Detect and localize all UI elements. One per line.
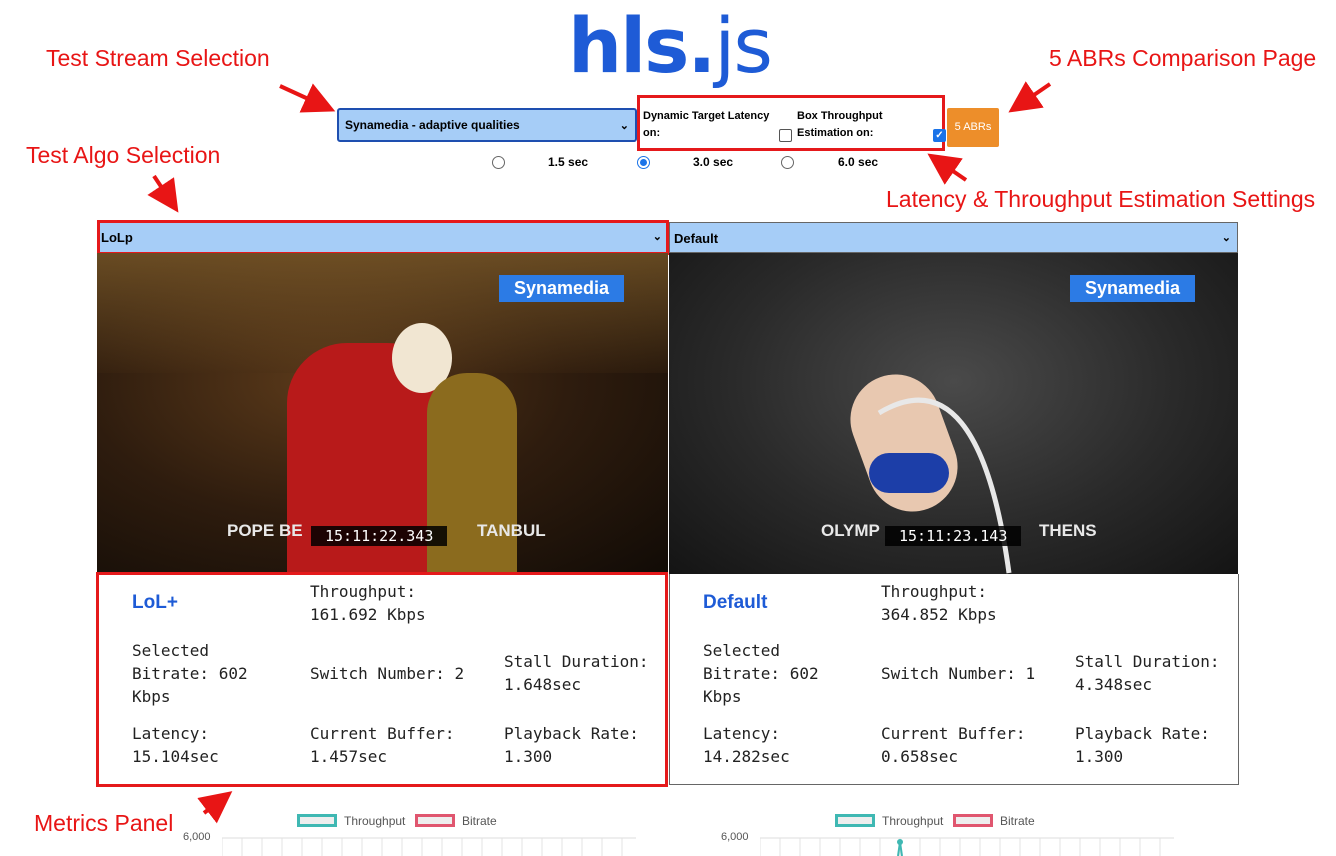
legend-throughput-swatch[interactable] (835, 814, 875, 827)
chevron-down-icon: ⌄ (1221, 232, 1231, 244)
video-player-left[interactable]: Synamedia POPE BE TANBUL 15:11:22.343 (97, 253, 668, 574)
metric-playback-rate: Playback Rate: 1.300 (1075, 724, 1210, 766)
stream-select[interactable]: Synamedia - adaptive qualities ⌄ (337, 108, 637, 142)
arrow-to-settings (927, 153, 968, 185)
video-player-right[interactable]: Synamedia OLYMP THENS 15:11:23.143 (669, 253, 1238, 574)
latency-radio-label: 6.0 sec (838, 155, 879, 169)
latency-radio-3-0[interactable] (637, 156, 650, 169)
chevron-down-icon: ⌄ (619, 120, 629, 132)
legend-bitrate-swatch[interactable] (953, 814, 993, 827)
legend-bitrate-label: Bitrate (462, 814, 497, 828)
dynamic-latency-label: Dynamic Target Latency on: (643, 110, 770, 139)
legend-throughput-label: Throughput (344, 814, 406, 828)
latency-radio-6-0[interactable] (781, 156, 794, 169)
latency-radio-1-5[interactable] (492, 156, 505, 169)
chart-y-tick: 6,000 (721, 831, 749, 843)
legend-bitrate-label: Bitrate (1000, 814, 1035, 828)
arrow-to-stream-select (279, 83, 336, 113)
algo-select-value: Default (674, 231, 719, 246)
box-throughput-label: Box Throughput Estimation on: (797, 110, 883, 139)
video-caption: TANBUL (477, 521, 546, 540)
algo-select-right[interactable]: Default ⌄ (669, 222, 1238, 253)
metrics-panel-right: Default Throughput: 364.852 Kbps Selecte… (669, 574, 1239, 785)
chart-grid-right (760, 837, 1174, 856)
metric-throughput: Throughput: 364.852 Kbps (881, 582, 997, 624)
metrics-panel-highlight (96, 572, 668, 787)
stream-select-value: Synamedia - adaptive qualities (345, 118, 520, 132)
video-timestamp: 15:11:22.343 (311, 526, 448, 546)
arrow-to-metrics (197, 791, 233, 824)
algo-select-highlight (97, 220, 669, 255)
chart-grid-left (222, 837, 636, 856)
metric-bitrate: Selected Bitrate: 602 Kbps (703, 641, 819, 706)
latency-radio-label: 1.5 sec (548, 155, 589, 169)
metric-stall-duration: Stall Duration: 4.348sec (1075, 652, 1220, 694)
arrow-to-algo-select (147, 174, 179, 213)
metric-current-buffer: Current Buffer: 0.658sec (881, 724, 1026, 766)
video-brand-watermark: Synamedia (499, 275, 625, 302)
latency-radio-label: 3.0 sec (693, 155, 734, 169)
abr-comparison-button[interactable]: 5 ABRs (947, 108, 999, 147)
video-caption: POPE BE (227, 521, 303, 540)
legend-bitrate-swatch[interactable] (415, 814, 455, 827)
chart-y-tick: 6,000 (183, 831, 211, 843)
video-brand-watermark: Synamedia (1070, 275, 1196, 302)
metric-latency: Latency: 14.282sec (703, 724, 790, 766)
video-caption: OLYMP (821, 521, 880, 540)
metrics-algo-name: Default (703, 592, 768, 613)
video-caption: THENS (1039, 521, 1097, 540)
video-timestamp: 15:11:23.143 (885, 526, 1022, 546)
legend-throughput-label: Throughput (882, 814, 944, 828)
arrow-to-abr-button (1008, 81, 1052, 113)
dynamic-latency-checkbox[interactable] (779, 129, 792, 142)
legend-throughput-swatch[interactable] (297, 814, 337, 827)
metric-switch-number: Switch Number: 1 (881, 664, 1036, 683)
box-throughput-checkbox[interactable]: ✓ (933, 129, 946, 142)
